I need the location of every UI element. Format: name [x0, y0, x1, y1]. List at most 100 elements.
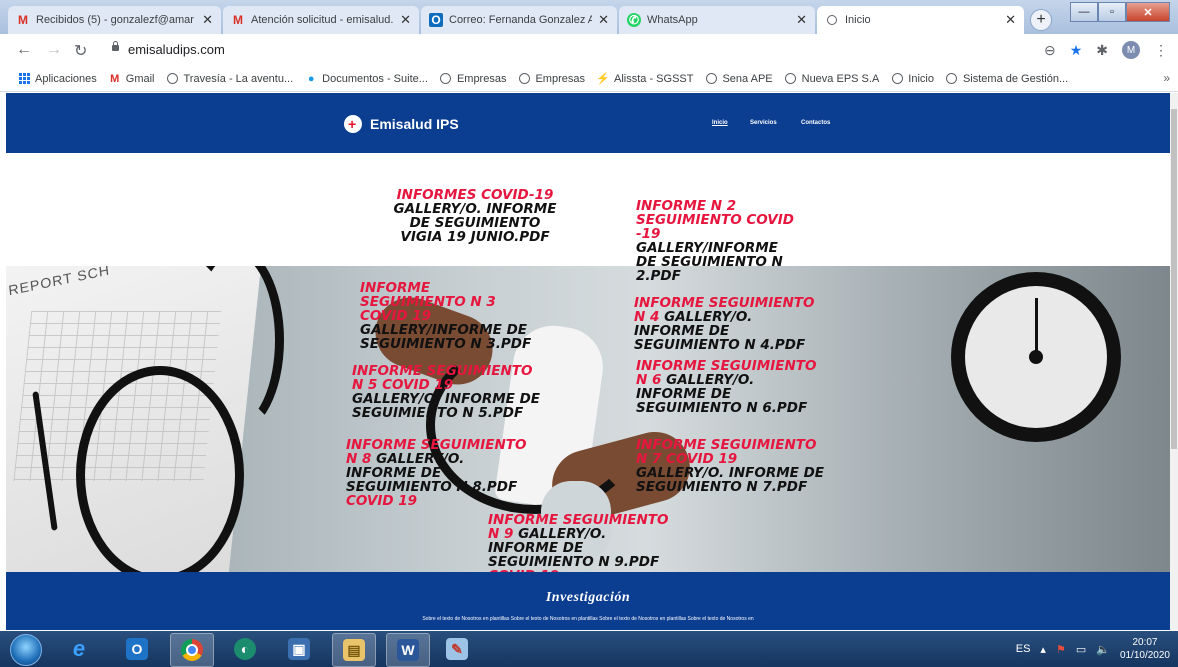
section-text: Sobre el texto de Nosotros en plantillas…: [422, 616, 754, 622]
scrollbar-thumb[interactable]: [1171, 109, 1177, 449]
taskbar-chrome[interactable]: [170, 633, 214, 667]
bookmark-travesia[interactable]: Travesía - La aventu...: [167, 73, 293, 85]
link-black-text: GALLERY/INFORME DE SEGUIMIENTO N 2.PDF: [636, 240, 783, 284]
bookmark-label: Alissta - SGSST: [614, 72, 694, 85]
bookmark-empresas-1[interactable]: Empresas: [440, 72, 507, 85]
bookmark-apps[interactable]: Aplicaciones: [18, 73, 97, 85]
link-black-text: GALLERY/O. INFORME DE SEGUIMIENTO N 6.PD…: [636, 372, 808, 416]
gmail-icon: M: [233, 13, 243, 27]
clock[interactable]: 20:07 01/10/2020: [1120, 636, 1170, 662]
tab-outlook[interactable]: O Correo: Fernanda Gonzalez Arar ✕: [421, 6, 617, 34]
tab-title: Recibidos (5) - gonzalezf@amar: [36, 14, 194, 26]
web-page: Emisalud IPS Inicio Servicios Contactos …: [0, 93, 1170, 630]
close-tab-icon[interactable]: ✕: [796, 12, 807, 28]
tab-title: Atención solicitud - emisalud.go: [251, 14, 395, 26]
close-tab-icon[interactable]: ✕: [598, 12, 609, 28]
link-black-text: GALLERY/O. INFORME DE SEGUIMIENTO VIGIA …: [393, 201, 557, 245]
forward-arrow-icon[interactable]: →: [46, 41, 62, 59]
gmail-icon: M: [110, 72, 120, 85]
extensions-icon[interactable]: ✱: [1096, 42, 1108, 59]
tab-inicio[interactable]: Inicio ✕: [817, 6, 1024, 34]
whatsapp-icon: ✆: [627, 13, 641, 27]
reload-icon[interactable]: ↻: [74, 41, 87, 61]
report-link-5[interactable]: INFORME SEGUIMIENTO N 5 COVID 19 GALLERY…: [352, 364, 542, 420]
tab-strip: M Recibidos (5) - gonzalezf@amar ✕ M Ate…: [0, 0, 1178, 34]
link-red-text: INFORME N 2 SEGUIMIENTO COVID -19: [636, 198, 794, 242]
taskbar-outlook[interactable]: O: [116, 633, 158, 665]
tab-whatsapp[interactable]: ✆ WhatsApp ✕: [619, 6, 815, 34]
report-link-2[interactable]: INFORME N 2 SEGUIMIENTO COVID -19 GALLER…: [636, 199, 796, 283]
report-link-4[interactable]: INFORME SEGUIMIENTO N 4 GALLERY/O. INFOR…: [634, 296, 819, 352]
word-icon: W: [397, 639, 419, 661]
bookmark-gmail[interactable]: M Gmail: [109, 72, 155, 85]
lock-icon: [112, 41, 119, 51]
internet-explorer-icon: e: [72, 636, 86, 661]
maximize-button[interactable]: ▫: [1098, 2, 1126, 22]
bookmark-alissta[interactable]: ⚡ Alissta - SGSST: [596, 72, 694, 86]
file-explorer-icon: ▤: [343, 639, 365, 661]
link-black-text: GALLERY/O. INFORME DE SEGUIMIENTO N 5.PD…: [352, 391, 541, 421]
bookmark-sistema[interactable]: Sistema de Gestión...: [946, 73, 1068, 85]
gmail-icon: M: [18, 13, 28, 27]
report-link-vigia[interactable]: INFORMES COVID-19 GALLERY/O. INFORME DE …: [390, 188, 560, 244]
globe-icon: [440, 73, 452, 85]
close-tab-icon[interactable]: ✕: [400, 12, 411, 28]
report-link-3[interactable]: INFORME SEGUIMIENTO N 3 COVID 19 GALLERY…: [360, 281, 540, 351]
bookmark-inicio[interactable]: Inicio: [891, 73, 934, 85]
bookmark-label: Nueva EPS S.A: [801, 72, 880, 85]
minimize-button[interactable]: —: [1070, 2, 1098, 22]
taskbar-internet-explorer[interactable]: e: [58, 633, 100, 665]
report-link-8[interactable]: INFORME SEGUIMIENTO N 8 GALLERY/O. INFOR…: [346, 438, 536, 508]
menu-kebab-icon[interactable]: ⋮: [1154, 42, 1168, 59]
back-arrow-icon[interactable]: ←: [16, 41, 32, 59]
bookmark-nueva-eps[interactable]: Nueva EPS S.A: [785, 72, 880, 85]
report-link-7[interactable]: INFORME SEGUIMIENTO N 7 COVID 19 GALLERY…: [636, 438, 826, 494]
link-suffix-text: COVID 19: [346, 493, 418, 509]
bookmark-label: Empresas: [535, 72, 585, 85]
globe-icon: [785, 73, 797, 85]
close-window-button[interactable]: ✕: [1126, 2, 1170, 22]
action-center-icon[interactable]: ⚑: [1056, 643, 1066, 656]
link-red-text: INFORME SEGUIMIENTO N 3 COVID 19: [360, 280, 496, 324]
bookmark-documentos[interactable]: ● Documentos - Suite...: [305, 73, 428, 85]
new-tab-button[interactable]: +: [1030, 9, 1052, 31]
zoom-icon[interactable]: ⊖: [1044, 42, 1056, 59]
bookmark-empresas-2[interactable]: Empresas: [518, 73, 585, 85]
address-bar[interactable]: emisaludips.com: [128, 42, 225, 57]
bookmark-label: Empresas: [456, 72, 507, 85]
taskbar-paint[interactable]: ✎: [436, 633, 478, 665]
bookmark-label: Documentos - Suite...: [322, 72, 428, 85]
window-controls: — ▫ ✕: [1070, 2, 1170, 22]
tab-gmail-request[interactable]: M Atención solicitud - emisalud.go ✕: [223, 6, 419, 34]
link-black-text: GALLERY/INFORME DE SEGUIMIENTO N 3.PDF: [360, 322, 532, 352]
bookmark-sena[interactable]: Sena APE: [705, 73, 773, 85]
bookmarks-bar: Aplicaciones M Gmail Travesía - La aventu…: [0, 66, 1178, 92]
bookmark-star-icon[interactable]: ★: [1070, 42, 1083, 59]
chrome-icon: [181, 639, 203, 661]
network-tray-icon[interactable]: ▭: [1076, 643, 1086, 656]
link-black-text: GALLERY/O. INFORME DE SEGUIMIENTO N 9.PD…: [488, 526, 660, 570]
close-tab-icon[interactable]: ✕: [1005, 12, 1016, 28]
profile-avatar[interactable]: M: [1122, 41, 1140, 59]
taskbar-network[interactable]: ◐: [224, 633, 266, 665]
more-bookmarks-icon[interactable]: »: [1163, 71, 1170, 85]
close-tab-icon[interactable]: ✕: [202, 12, 213, 28]
bookmark-label: Gmail: [125, 72, 155, 85]
start-button[interactable]: [10, 634, 42, 666]
show-hidden-icons-icon[interactable]: ▴: [1040, 643, 1046, 656]
tab-gmail-inbox[interactable]: M Recibidos (5) - gonzalezf@amar ✕: [8, 6, 221, 34]
taskbar-remote-desktop[interactable]: ▣: [278, 633, 320, 665]
page-scrollbar[interactable]: [1170, 93, 1178, 630]
language-indicator[interactable]: ES: [1016, 643, 1031, 655]
globe-icon: [705, 73, 717, 85]
outlook-icon: O: [429, 13, 443, 27]
taskbar-file-explorer[interactable]: ▤: [332, 633, 376, 667]
taskbar-word[interactable]: W: [386, 633, 430, 667]
globe-icon: [518, 73, 530, 85]
report-link-6[interactable]: INFORME SEGUIMIENTO N 6 GALLERY/O. INFOR…: [636, 359, 826, 415]
toolbar-icons: ⊖ ★ ✱ M ⋮: [1044, 41, 1168, 59]
clock-date: 01/10/2020: [1119, 650, 1170, 661]
volume-icon[interactable]: 🔈: [1096, 643, 1110, 656]
report-links: INFORMES COVID-19 GALLERY/O. INFORME DE …: [0, 93, 1170, 630]
clock-time: 20:07: [1132, 637, 1158, 648]
